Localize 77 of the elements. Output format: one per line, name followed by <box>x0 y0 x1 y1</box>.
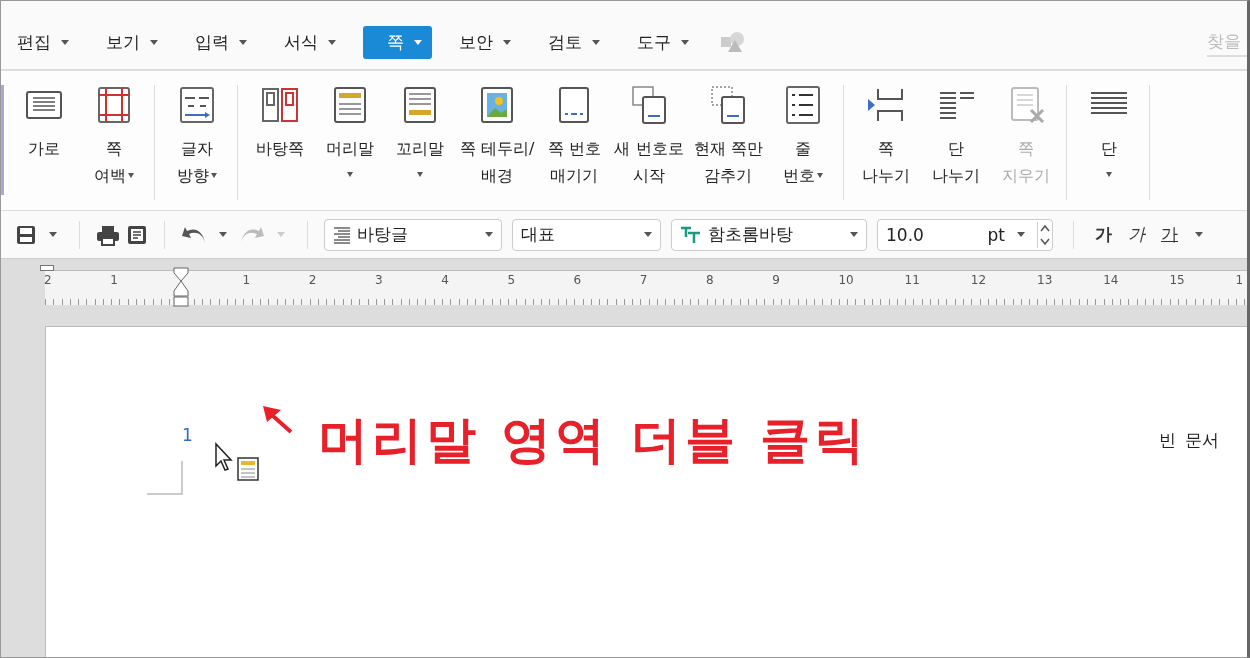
menu-tab[interactable]: 도구 <box>627 25 699 59</box>
ruler-number: 5 <box>507 273 516 287</box>
style-dropdown[interactable]: 바탕글 <box>324 218 502 251</box>
font-size-field[interactable]: 10.0 pt <box>877 218 1053 251</box>
ruler-number: 10 <box>838 273 854 287</box>
ruler-number: 2 <box>44 273 52 287</box>
italic-button[interactable]: 가 <box>1123 221 1150 248</box>
header-text: 빈 문서 <box>1159 429 1220 452</box>
ribbon-button[interactable]: 꼬리말 <box>386 85 454 200</box>
caret-icon[interactable] <box>49 232 57 237</box>
ruler-number: 7 <box>639 273 648 287</box>
ruler-number: 12 <box>970 273 987 287</box>
menu-tab[interactable]: 검토 <box>538 25 610 59</box>
caret-icon <box>592 39 600 45</box>
menu-tab[interactable]: 쪽 <box>363 25 432 59</box>
ribbon-button[interactable]: 가로 <box>10 85 78 200</box>
style-group-dropdown[interactable]: 대표 <box>512 218 661 251</box>
document-page[interactable]: 1 머리말 영역 더블 클릭 빈 문서 <box>45 326 1247 657</box>
ruler-number: 14 <box>1103 273 1119 287</box>
spinner-icon[interactable] <box>1037 221 1052 248</box>
caret-icon <box>414 39 422 45</box>
menu-tab[interactable]: 서식 <box>274 25 346 59</box>
caret-icon <box>277 232 285 237</box>
ribbon-button[interactable]: 글자 방향 <box>163 85 231 200</box>
ruler-number: 1 <box>1235 273 1244 287</box>
document-icon[interactable] <box>126 223 148 246</box>
ruler-number: 9 <box>772 273 780 287</box>
ribbon-button[interactable]: 쪽 여백 <box>80 85 148 200</box>
ribbon-button[interactable]: 쪽 나누기 <box>851 85 920 200</box>
margin-corner-mark <box>147 461 183 495</box>
caret-icon <box>61 39 69 45</box>
font-dropdown[interactable]: 함초롬바탕 <box>671 218 867 251</box>
annotation-text: 머리말 영역 더블 클릭 <box>318 410 869 471</box>
cursor-header-icon <box>214 442 260 482</box>
ribbon-button[interactable]: 현재 쪽만 감추기 <box>689 85 767 200</box>
menu-tab[interactable]: 편집 <box>7 25 79 59</box>
ruler-number: 8 <box>706 273 714 287</box>
ribbon-button[interactable]: 쪽 번호 매기기 <box>540 85 609 200</box>
ruler-number: 6 <box>573 273 582 287</box>
text-direction-icon <box>177 85 217 125</box>
two-pages-icon <box>260 85 300 125</box>
caret-icon <box>150 39 158 45</box>
paragraph-lines-icon <box>333 225 351 244</box>
ribbon-button[interactable]: 단 <box>1074 85 1143 200</box>
ruler-number: 4 <box>441 273 449 287</box>
ruler-number: 11 <box>904 273 920 287</box>
save-icon[interactable] <box>15 223 37 246</box>
font-icon <box>680 225 702 244</box>
caret-icon[interactable] <box>1195 232 1203 237</box>
ruler-number: 15 <box>1169 273 1185 287</box>
caret-icon <box>328 39 336 45</box>
ruler-number: 1 <box>242 273 251 287</box>
underline-button[interactable]: 가 <box>1156 221 1183 248</box>
page-number: 1 <box>182 425 193 445</box>
bold-button[interactable]: 가 <box>1090 221 1117 248</box>
indent-marker-icon[interactable] <box>173 267 189 307</box>
caret-icon <box>239 39 247 45</box>
arrow-icon <box>261 404 293 434</box>
ribbon-button[interactable]: 머리말 <box>316 85 384 200</box>
caret-icon <box>503 39 511 45</box>
ribbon-button[interactable]: 쪽 테두리/ 배경 <box>456 85 539 200</box>
menu-tab[interactable]: 보안 <box>449 25 521 59</box>
menu-tab[interactable]: 입력 <box>185 25 257 59</box>
ruler-number: 1 <box>110 273 118 287</box>
ruler-number: 3 <box>375 273 383 287</box>
search-field[interactable]: 찾을 <box>1207 27 1247 57</box>
caret-icon <box>681 39 689 45</box>
menu-tab[interactable]: 보기 <box>96 25 168 59</box>
caret-icon[interactable] <box>219 232 227 237</box>
ribbon-button[interactable]: 바탕쪽 <box>246 85 314 200</box>
margin-marker-icon[interactable] <box>40 265 54 271</box>
print-icon[interactable] <box>96 223 120 246</box>
ruler-number: 13 <box>1037 273 1053 287</box>
ribbon-button[interactable]: 단 나누기 <box>921 85 990 200</box>
ribbon-button[interactable]: 새 번호로 시작 <box>610 85 688 200</box>
ribbon-button[interactable]: 줄 번호 <box>768 85 837 200</box>
ruler-number: 2 <box>308 273 317 287</box>
